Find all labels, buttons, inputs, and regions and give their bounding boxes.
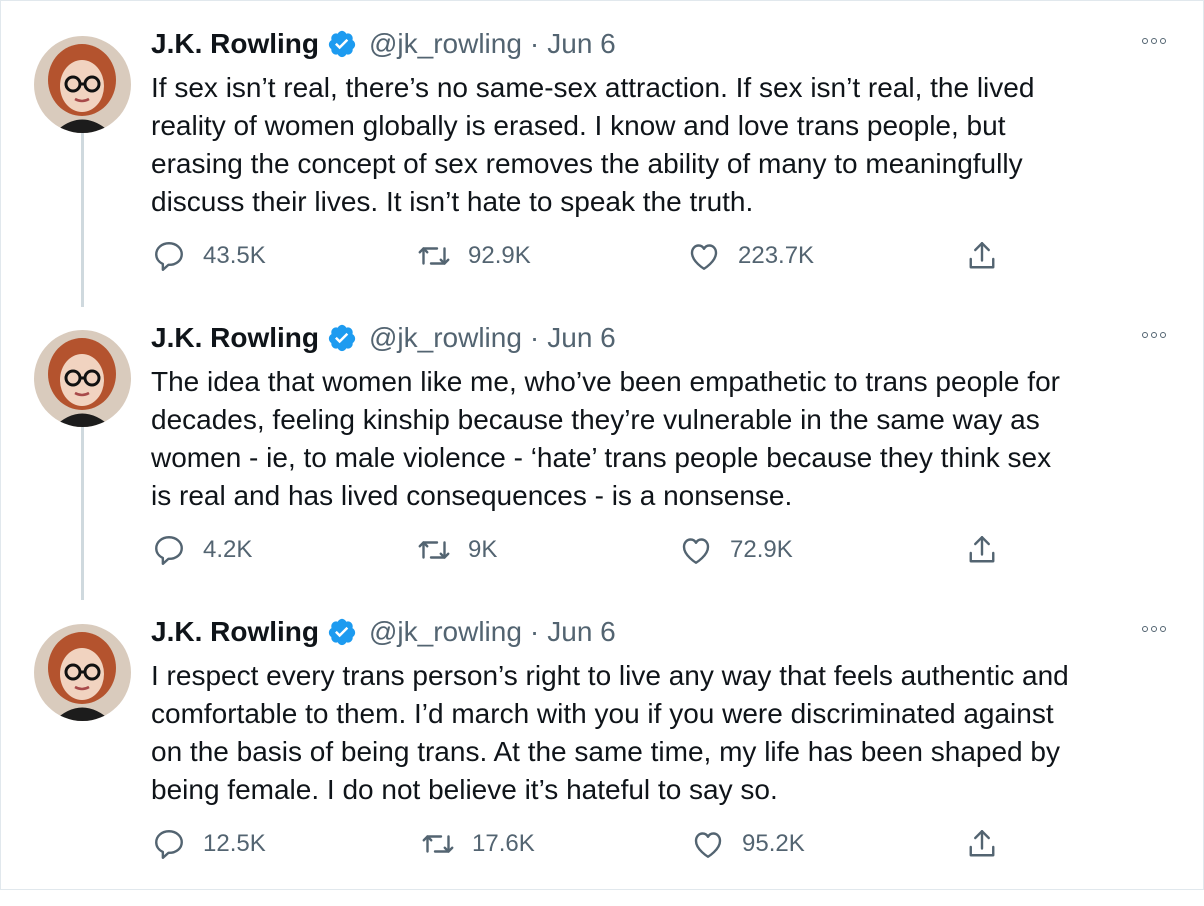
tweet-text-line: on the basis of being trans. At the same… — [151, 736, 1060, 767]
share-button[interactable] — [964, 530, 1000, 570]
more-options-icon[interactable] — [1142, 38, 1166, 44]
tweet-header: J.K. Rowling @jk_rowling · Jun 6 — [151, 24, 616, 64]
avatar[interactable] — [34, 36, 131, 133]
share-icon — [964, 532, 1000, 568]
heart-icon — [678, 532, 714, 568]
verified-badge-icon — [327, 617, 357, 647]
reply-button[interactable]: 43.5K — [151, 236, 266, 276]
tweet-text-line: comfortable to them. I’d march with you … — [151, 698, 1054, 729]
tweet-text-line: discuss their lives. It isn’t hate to sp… — [151, 186, 754, 217]
retweet-button[interactable]: 17.6K — [420, 824, 535, 864]
separator-dot: · — [529, 28, 540, 59]
like-button[interactable]: 223.7K — [686, 236, 814, 276]
tweet-text: The idea that women like me, who’ve been… — [151, 363, 1181, 515]
retweet-icon — [416, 238, 452, 274]
reply-icon — [151, 826, 187, 862]
author-name[interactable]: J.K. Rowling — [151, 322, 319, 354]
separator-dot: · — [529, 322, 540, 353]
tweet-text-line: decades, feeling kinship because they’re… — [151, 404, 1040, 435]
heart-icon — [686, 238, 722, 274]
avatar[interactable] — [34, 330, 131, 427]
more-options-icon[interactable] — [1142, 332, 1166, 338]
retweet-button[interactable]: 92.9K — [416, 236, 531, 276]
share-button[interactable] — [964, 236, 1000, 276]
tweet-text: I respect every trans person’s right to … — [151, 657, 1181, 809]
tweet-text-line: women - ie, to male violence - ‘hate’ tr… — [151, 442, 1052, 473]
reply-icon — [151, 532, 187, 568]
reply-button[interactable]: 4.2K — [151, 530, 252, 570]
tweet-date[interactable]: Jun 6 — [547, 28, 616, 60]
retweet-icon — [420, 826, 456, 862]
tweet-text-line: I respect every trans person’s right to … — [151, 660, 1069, 691]
author-handle[interactable]: @jk_rowling — [369, 616, 522, 648]
tweet-header: J.K. Rowling @jk_rowling · Jun 6 — [151, 318, 616, 358]
author-name[interactable]: J.K. Rowling — [151, 28, 319, 60]
tweet-date[interactable]: Jun 6 — [547, 616, 616, 648]
retweet-button[interactable]: 9K — [416, 530, 497, 570]
like-count: 223.7K — [738, 242, 815, 269]
author-name[interactable]: J.K. Rowling — [151, 616, 319, 648]
reply-icon — [151, 238, 187, 274]
tweet-text-line: If sex isn’t real, there’s no same-sex a… — [151, 72, 1035, 103]
retweet-count: 92.9K — [468, 242, 531, 269]
tweet-text: If sex isn’t real, there’s no same-sex a… — [151, 69, 1181, 221]
verified-badge-icon — [327, 29, 357, 59]
author-handle[interactable]: @jk_rowling — [369, 322, 522, 354]
tweet-actions: 12.5K 17.6K 95.2K — [0, 824, 1204, 864]
reply-count: 12.5K — [203, 830, 266, 857]
author-handle[interactable]: @jk_rowling — [369, 28, 522, 60]
tweet-text-line: being female. I do not believe it’s hate… — [151, 774, 778, 805]
reply-button[interactable]: 12.5K — [151, 824, 266, 864]
tweet-header: J.K. Rowling @jk_rowling · Jun 6 — [151, 612, 616, 652]
retweet-count: 17.6K — [472, 830, 535, 857]
avatar[interactable] — [34, 624, 131, 721]
like-button[interactable]: 95.2K — [690, 824, 805, 864]
tweet-text-line: The idea that women like me, who’ve been… — [151, 366, 1060, 397]
tweet-actions: 4.2K 9K 72.9K — [0, 530, 1204, 570]
tweet-date[interactable]: Jun 6 — [547, 322, 616, 354]
share-icon — [964, 826, 1000, 862]
tweet-text-line: erasing the concept of sex removes the a… — [151, 148, 1023, 179]
tweet[interactable]: J.K. Rowling @jk_rowling · Jun 6 The ide… — [0, 318, 1204, 612]
like-button[interactable]: 72.9K — [678, 530, 793, 570]
tweet-actions: 43.5K 92.9K 223.7K — [0, 236, 1204, 276]
reply-count: 4.2K — [203, 536, 253, 563]
reply-count: 43.5K — [203, 242, 266, 269]
tweet-text-line: reality of women globally is erased. I k… — [151, 110, 1006, 141]
share-icon — [964, 238, 1000, 274]
retweet-count: 9K — [468, 536, 498, 563]
verified-badge-icon — [327, 323, 357, 353]
retweet-icon — [416, 532, 452, 568]
separator-dot: · — [529, 616, 540, 647]
like-count: 72.9K — [730, 536, 793, 563]
like-count: 95.2K — [742, 830, 805, 857]
share-button[interactable] — [964, 824, 1000, 864]
tweet-text-line: is real and has lived consequences - is … — [151, 480, 793, 511]
tweet[interactable]: J.K. Rowling @jk_rowling · Jun 6 I respe… — [0, 612, 1204, 906]
heart-icon — [690, 826, 726, 862]
tweet[interactable]: J.K. Rowling @jk_rowling · Jun 6 If sex … — [0, 24, 1204, 318]
more-options-icon[interactable] — [1142, 626, 1166, 632]
